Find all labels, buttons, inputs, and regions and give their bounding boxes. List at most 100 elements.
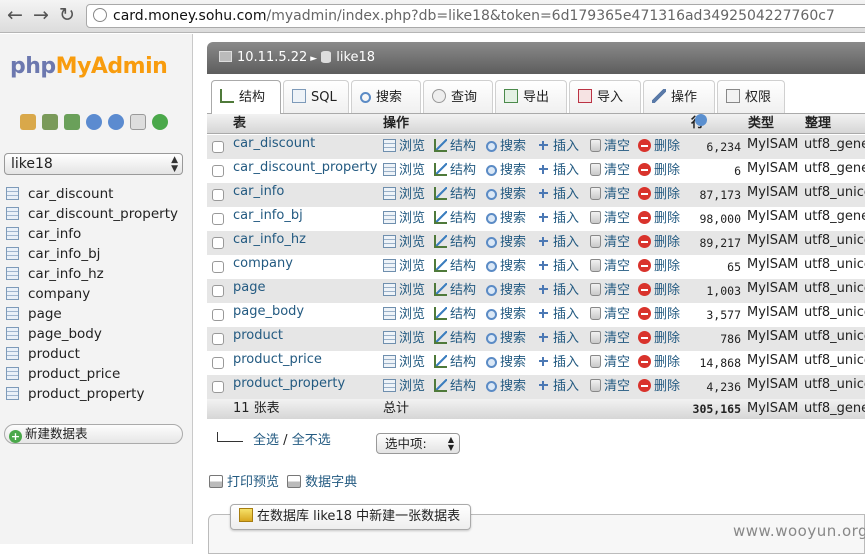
browse-action[interactable]: 浏览 [383, 183, 425, 207]
browse-action[interactable]: 浏览 [383, 159, 425, 183]
insert-action[interactable]: 插入 [537, 375, 579, 399]
tab-search[interactable]: 搜索 [351, 80, 421, 113]
insert-action[interactable]: 插入 [537, 183, 579, 207]
browse-action[interactable]: 浏览 [383, 375, 425, 399]
row-checkbox[interactable] [212, 165, 224, 177]
structure-action[interactable]: 结构 [434, 351, 476, 375]
insert-action[interactable]: 插入 [537, 207, 579, 231]
row-checkbox[interactable] [212, 333, 224, 345]
empty-action[interactable]: 清空 [590, 279, 630, 303]
structure-action[interactable]: 结构 [434, 279, 476, 303]
insert-action[interactable]: 插入 [537, 351, 579, 375]
query-window-icon[interactable] [64, 114, 80, 130]
forward-icon[interactable]: → [30, 3, 52, 27]
help-icon[interactable] [86, 114, 102, 130]
search-action[interactable]: 搜索 [486, 351, 526, 375]
table-name-link[interactable]: car_discount [233, 132, 315, 156]
tab-privileges[interactable]: 权限 [717, 80, 785, 113]
browse-action[interactable]: 浏览 [383, 255, 425, 279]
insert-action[interactable]: 插入 [537, 159, 579, 183]
empty-action[interactable]: 清空 [590, 135, 630, 159]
search-action[interactable]: 搜索 [486, 327, 526, 351]
sidebar-item-company[interactable]: company [6, 284, 178, 304]
browse-action[interactable]: 浏览 [383, 135, 425, 159]
drop-action[interactable]: 删除 [638, 303, 680, 327]
exit-icon[interactable] [42, 114, 58, 130]
row-checkbox[interactable] [212, 357, 224, 369]
home-icon[interactable] [20, 114, 36, 130]
search-action[interactable]: 搜索 [486, 279, 526, 303]
empty-action[interactable]: 清空 [590, 255, 630, 279]
search-action[interactable]: 搜索 [486, 207, 526, 231]
copy-icon[interactable] [130, 114, 146, 130]
browse-action[interactable]: 浏览 [383, 279, 425, 303]
sidebar-item-car-discount[interactable]: car_discount [6, 184, 178, 204]
drop-action[interactable]: 删除 [638, 159, 680, 183]
structure-action[interactable]: 结构 [434, 255, 476, 279]
structure-action[interactable]: 结构 [434, 207, 476, 231]
search-action[interactable]: 搜索 [486, 159, 526, 183]
back-icon[interactable]: ← [4, 3, 26, 27]
browse-action[interactable]: 浏览 [383, 231, 425, 255]
column-header-type[interactable]: 类型 [748, 114, 774, 134]
empty-action[interactable]: 清空 [590, 375, 630, 399]
empty-action[interactable]: 清空 [590, 183, 630, 207]
drop-action[interactable]: 删除 [638, 135, 680, 159]
search-action[interactable]: 搜索 [486, 303, 526, 327]
row-checkbox[interactable] [212, 237, 224, 249]
reload-nav-icon[interactable] [152, 114, 168, 130]
insert-action[interactable]: 插入 [537, 135, 579, 159]
table-name-link[interactable]: product [233, 324, 283, 348]
search-action[interactable]: 搜索 [486, 255, 526, 279]
table-name-link[interactable]: page [233, 276, 265, 300]
tab-operations[interactable]: 操作 [643, 80, 715, 113]
insert-action[interactable]: 插入 [537, 303, 579, 327]
row-checkbox[interactable] [212, 213, 224, 225]
sidebar-item-product-price[interactable]: product_price [6, 364, 178, 384]
structure-action[interactable]: 结构 [434, 231, 476, 255]
insert-action[interactable]: 插入 [537, 231, 579, 255]
empty-action[interactable]: 清空 [590, 231, 630, 255]
structure-action[interactable]: 结构 [434, 327, 476, 351]
phpmyadmin-logo[interactable]: phpMyAdmin [10, 54, 168, 79]
browse-action[interactable]: 浏览 [383, 327, 425, 351]
address-bar[interactable]: card.money.sohu.com/myadmin/index.php?db… [86, 4, 865, 28]
row-checkbox[interactable] [212, 381, 224, 393]
drop-action[interactable]: 删除 [638, 231, 680, 255]
empty-action[interactable]: 清空 [590, 159, 630, 183]
table-name-link[interactable]: car_info [233, 180, 284, 204]
help-icon[interactable] [695, 114, 707, 126]
structure-action[interactable]: 结构 [434, 159, 476, 183]
docs-icon[interactable] [108, 114, 124, 130]
breadcrumb-database[interactable]: like18 [336, 50, 375, 65]
tab-sql[interactable]: SQL [283, 80, 349, 113]
table-name-link[interactable]: car_discount_property [233, 156, 377, 180]
empty-action[interactable]: 清空 [590, 207, 630, 231]
drop-action[interactable]: 删除 [638, 255, 680, 279]
sidebar-item-car-info[interactable]: car_info [6, 224, 178, 244]
table-name-link[interactable]: company [233, 252, 293, 276]
browse-action[interactable]: 浏览 [383, 351, 425, 375]
structure-action[interactable]: 结构 [434, 375, 476, 399]
row-checkbox[interactable] [212, 141, 224, 153]
tab-import[interactable]: 导入 [569, 80, 641, 113]
insert-action[interactable]: 插入 [537, 255, 579, 279]
sidebar-item-page[interactable]: page [6, 304, 178, 324]
structure-action[interactable]: 结构 [434, 135, 476, 159]
search-action[interactable]: 搜索 [486, 231, 526, 255]
insert-action[interactable]: 插入 [537, 327, 579, 351]
search-action[interactable]: 搜索 [486, 183, 526, 207]
row-checkbox[interactable] [212, 189, 224, 201]
tab-structure[interactable]: 结构 [211, 80, 281, 115]
breadcrumb-server[interactable]: 10.11.5.22 [237, 50, 307, 65]
new-table-button[interactable]: + 新建数据表 [4, 424, 183, 444]
sidebar-item-product[interactable]: product [6, 344, 178, 364]
table-name-link[interactable]: car_info_hz [233, 228, 306, 252]
row-checkbox[interactable] [212, 261, 224, 273]
drop-action[interactable]: 删除 [638, 327, 680, 351]
sidebar-item-car-discount-property[interactable]: car_discount_property [6, 204, 178, 224]
structure-action[interactable]: 结构 [434, 183, 476, 207]
drop-action[interactable]: 删除 [638, 207, 680, 231]
tab-query[interactable]: 查询 [423, 80, 493, 113]
reload-icon[interactable]: ↻ [56, 3, 78, 27]
